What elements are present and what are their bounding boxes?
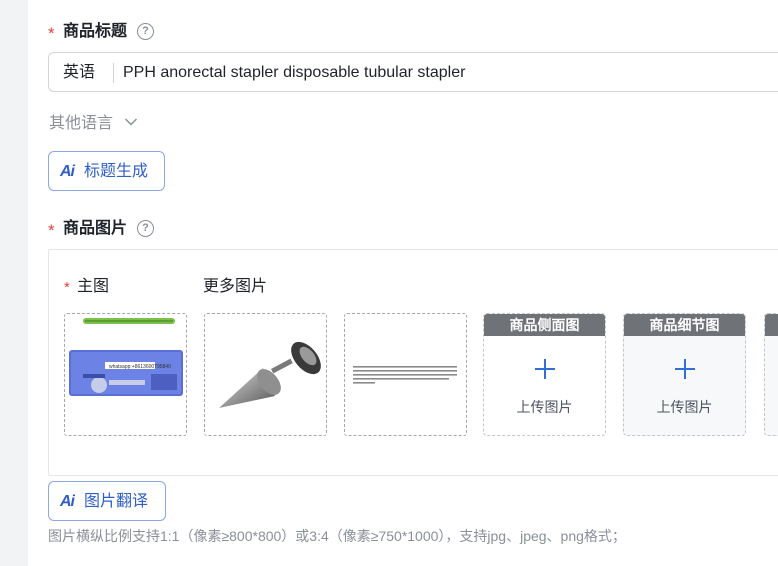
product-title-input[interactable]: 英语 PPH anorectal stapler disposable tubu… (48, 52, 778, 92)
product-image-thumbnail[interactable] (204, 313, 327, 436)
language-label: 英语 (63, 64, 96, 81)
required-mark: * (48, 221, 55, 240)
plus-icon (534, 358, 556, 380)
slot-header: 商品细节图 (624, 314, 745, 336)
question-circle-icon[interactable]: ? (137, 220, 154, 237)
upload-detail-view-slot[interactable]: 商品细节图 上传图片 (623, 313, 746, 436)
ai-title-generate-label: 标题生成 (84, 163, 149, 180)
chevron-down-icon[interactable] (124, 117, 138, 127)
ai-image-translate-button[interactable]: Ai 图片翻译 (48, 481, 166, 521)
ai-icon: Ai (60, 493, 75, 510)
stapler-head-image (205, 314, 326, 435)
required-mark: * (48, 24, 55, 43)
upload-slot-partial[interactable] (764, 313, 778, 436)
product-text-image-thumbnail[interactable] (344, 313, 467, 436)
ai-image-translate-label: 图片翻译 (84, 493, 149, 510)
upload-side-view-slot[interactable]: 商品侧面图 上传图片 (483, 313, 606, 436)
ai-title-generate-button[interactable]: Ai 标题生成 (48, 151, 165, 191)
more-images-label: 更多图片 (203, 278, 268, 295)
other-languages-toggle[interactable]: 其他语言 (49, 114, 113, 134)
upload-label: 上传图片 (516, 399, 573, 415)
title-value[interactable]: PPH anorectal stapler disposable tubular… (123, 63, 465, 83)
slot-header: 商品侧面图 (484, 314, 605, 336)
slot-header (765, 314, 778, 336)
plus-icon (674, 358, 696, 380)
upload-label: 上传图片 (656, 399, 713, 415)
main-image-label: 主图 (77, 278, 110, 295)
product-images-label: 商品图片 (63, 220, 128, 237)
main-image-thumbnail[interactable]: whatsapp:+8613600795840 (64, 313, 187, 436)
text-document-image (345, 314, 466, 435)
question-circle-icon[interactable]: ? (137, 23, 154, 40)
stapler-package-image: whatsapp:+8613600795840 (65, 314, 186, 435)
image-requirements-hint: 图片横纵比例支持1:1（像素≥800*800）或3:4（像素≥750*1000）… (48, 528, 626, 544)
product-title-label: 商品标题 (63, 23, 128, 40)
ai-icon: Ai (60, 163, 75, 180)
required-mark: * (64, 279, 70, 296)
main-image-caption: whatsapp:+8613600795840 (109, 364, 171, 370)
divider (113, 63, 114, 83)
